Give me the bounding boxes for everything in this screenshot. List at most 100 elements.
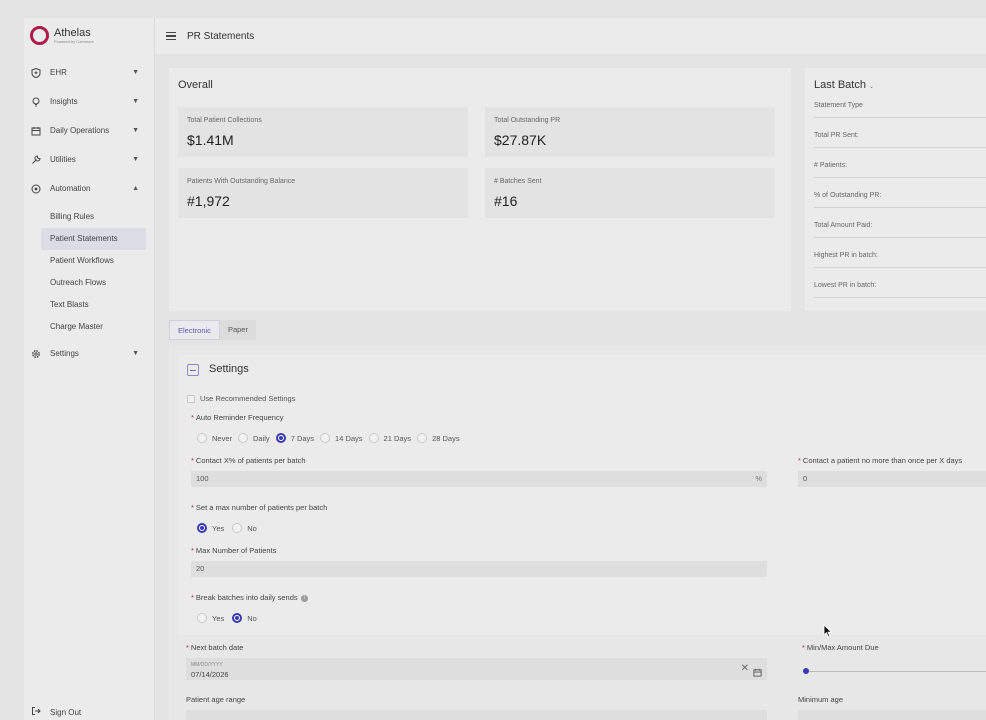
- sign-out-button[interactable]: Sign Out: [31, 706, 81, 718]
- sidebar-subitem-patient-workflows[interactable]: Patient Workflows: [41, 250, 146, 272]
- last-batch-card: Last Batch ⌄ Statement Type Total PR Sen…: [805, 68, 986, 311]
- min-age-label: Minimum age: [798, 695, 844, 704]
- stat-label: Patients With Outstanding Balance: [187, 178, 296, 185]
- age-range-input[interactable]: [186, 710, 767, 720]
- age-range-label: Patient age range: [186, 695, 246, 704]
- tab-paper[interactable]: Paper: [219, 320, 256, 340]
- chevron-down-icon: ▼: [132, 98, 139, 105]
- sidebar: Athelas Powered by Commure EHR ▼ Insight…: [24, 18, 155, 720]
- next-batch-label: * Next batch date: [186, 643, 244, 652]
- sidebar-item-label: Utilities: [50, 155, 76, 164]
- last-batch-row: Statement Type: [814, 102, 986, 118]
- sidebar-item-insights[interactable]: Insights ▼: [24, 87, 155, 116]
- statement-tabs: Electronic Paper: [169, 320, 256, 340]
- break-batches-label: * Break batches into daily sends i: [191, 593, 308, 602]
- use-recommended-row: Use Recommended Settings: [187, 394, 295, 403]
- radio-28-days[interactable]: 28 Days: [417, 433, 460, 443]
- contact-once-input[interactable]: 0: [798, 471, 986, 487]
- radio-max-yes[interactable]: Yes: [197, 523, 224, 533]
- sidebar-subitem-outreach-flows[interactable]: Outreach Flows: [41, 272, 146, 294]
- stat-total-patient-collections: Total Patient Collections $1.41M: [178, 107, 468, 157]
- last-batch-row: % of Outstanding PR:: [814, 192, 986, 208]
- sidebar-subitem-text-blasts[interactable]: Text Blasts: [41, 294, 146, 316]
- amount-slider-handle[interactable]: [803, 668, 809, 674]
- stat-value: #16: [494, 193, 518, 209]
- reminder-label: * Auto Reminder Frequency: [191, 413, 284, 422]
- sidebar-item-automation[interactable]: Automation ▲: [24, 174, 155, 203]
- break-batches-radio-group: Yes No: [197, 613, 263, 623]
- hamburger-menu-icon[interactable]: [166, 32, 176, 40]
- chevron-down-icon: ▼: [132, 127, 139, 134]
- sidebar-subitem-patient-statements[interactable]: Patient Statements: [41, 228, 146, 250]
- stat-label: # Batches Sent: [494, 178, 542, 185]
- stat-value: $27.87K: [494, 132, 547, 148]
- max-toggle-radio-group: Yes No: [197, 523, 263, 533]
- last-batch-row: Highest PR in batch:: [814, 252, 986, 268]
- last-batch-title[interactable]: Last Batch ⌄: [814, 79, 874, 91]
- min-max-due-label: * Min/Max Amount Due: [802, 643, 879, 652]
- last-batch-row: # Patients:: [814, 162, 986, 178]
- use-recommended-checkbox[interactable]: [187, 394, 195, 403]
- sidebar-subitem-charge-master[interactable]: Charge Master: [41, 316, 146, 338]
- max-patients-input[interactable]: 20: [191, 561, 767, 577]
- sidebar-subitem-billing-rules[interactable]: Billing Rules: [41, 206, 146, 228]
- sidebar-item-label: EHR: [50, 68, 67, 77]
- radio-7-days[interactable]: 7 Days: [275, 433, 314, 443]
- sign-out-icon: [31, 706, 41, 718]
- contact-pct-label: * Contact X% of patients per batch: [191, 456, 306, 465]
- calendar-icon: [31, 126, 41, 136]
- stat-patients-outstanding-balance: Patients With Outstanding Balance #1,972: [178, 168, 468, 218]
- clear-icon[interactable]: ✕: [741, 663, 749, 674]
- top-header: PR Statements: [155, 18, 986, 54]
- min-age-input[interactable]: [798, 710, 986, 720]
- collapse-toggle-icon[interactable]: [187, 364, 199, 376]
- radio-daily[interactable]: Daily: [238, 433, 270, 443]
- sidebar-item-settings[interactable]: Settings ▼: [24, 339, 155, 368]
- sidebar-item-label: Automation: [50, 184, 91, 193]
- radio-21-days[interactable]: 21 Days: [368, 433, 411, 443]
- next-batch-date-input[interactable]: MM/DD/YYYY 07/14/2026 ✕: [186, 658, 767, 680]
- max-toggle-label: * Set a max number of patients per batch: [191, 503, 328, 512]
- chevron-down-icon: ▼: [132, 156, 139, 163]
- radio-never[interactable]: Never: [197, 433, 232, 443]
- use-recommended-label: Use Recommended Settings: [200, 394, 296, 403]
- radio-max-no[interactable]: No: [232, 523, 257, 533]
- radio-14-days[interactable]: 14 Days: [320, 433, 363, 443]
- sidebar-item-label: Insights: [50, 97, 78, 106]
- shield-icon: [31, 67, 41, 78]
- wrench-icon: [31, 154, 41, 165]
- last-batch-row: Total Amount Paid:: [814, 222, 986, 238]
- chevron-down-icon: ▼: [132, 69, 139, 76]
- radio-break-no[interactable]: No: [232, 613, 257, 623]
- brand-tagline: Powered by Commure: [54, 39, 94, 44]
- overall-title: Overall: [178, 79, 213, 91]
- percent-suffix: %: [755, 474, 762, 483]
- stat-total-outstanding-pr: Total Outstanding PR $27.87K: [485, 107, 775, 157]
- last-batch-row: Total PR Sent:: [814, 132, 986, 148]
- tab-electronic[interactable]: Electronic: [169, 320, 220, 340]
- contact-once-label: * Contact a patient no more than once per…: [798, 456, 963, 465]
- chevron-up-icon: ▲: [132, 185, 139, 192]
- chevron-down-icon: ▼: [132, 350, 139, 357]
- stat-value: $1.41M: [187, 132, 234, 148]
- sidebar-item-daily-operations[interactable]: Daily Operations ▼: [24, 116, 155, 145]
- page-title: PR Statements: [187, 30, 255, 42]
- calendar-icon[interactable]: [753, 664, 762, 682]
- info-icon[interactable]: i: [300, 594, 308, 602]
- contact-pct-input[interactable]: 100 %: [191, 471, 767, 487]
- stat-batches-sent: # Batches Sent #16: [485, 168, 775, 218]
- sidebar-item-ehr[interactable]: EHR ▼: [24, 58, 155, 87]
- automation-submenu: Billing Rules Patient Statements Patient…: [24, 203, 155, 338]
- sidebar-item-utilities[interactable]: Utilities ▼: [24, 145, 155, 174]
- settings-panel: Settings Use Recommended Settings * Auto …: [169, 345, 986, 720]
- max-patients-label: * Max Number of Patients: [191, 546, 277, 555]
- reminder-radio-group: Never Daily 7 Days 14 Days 21 Days 28 Da…: [197, 433, 466, 443]
- mouse-cursor-icon: [823, 624, 833, 643]
- amount-slider-track[interactable]: [806, 671, 986, 672]
- last-batch-row: Lowest PR in batch:: [814, 282, 986, 298]
- logo-mark: [30, 26, 49, 45]
- overall-card: Overall Total Patient Collections $1.41M…: [169, 68, 791, 311]
- brand-logo[interactable]: Athelas Powered by Commure: [30, 26, 94, 45]
- settings-title: Settings: [209, 363, 249, 375]
- radio-break-yes[interactable]: Yes: [197, 613, 224, 623]
